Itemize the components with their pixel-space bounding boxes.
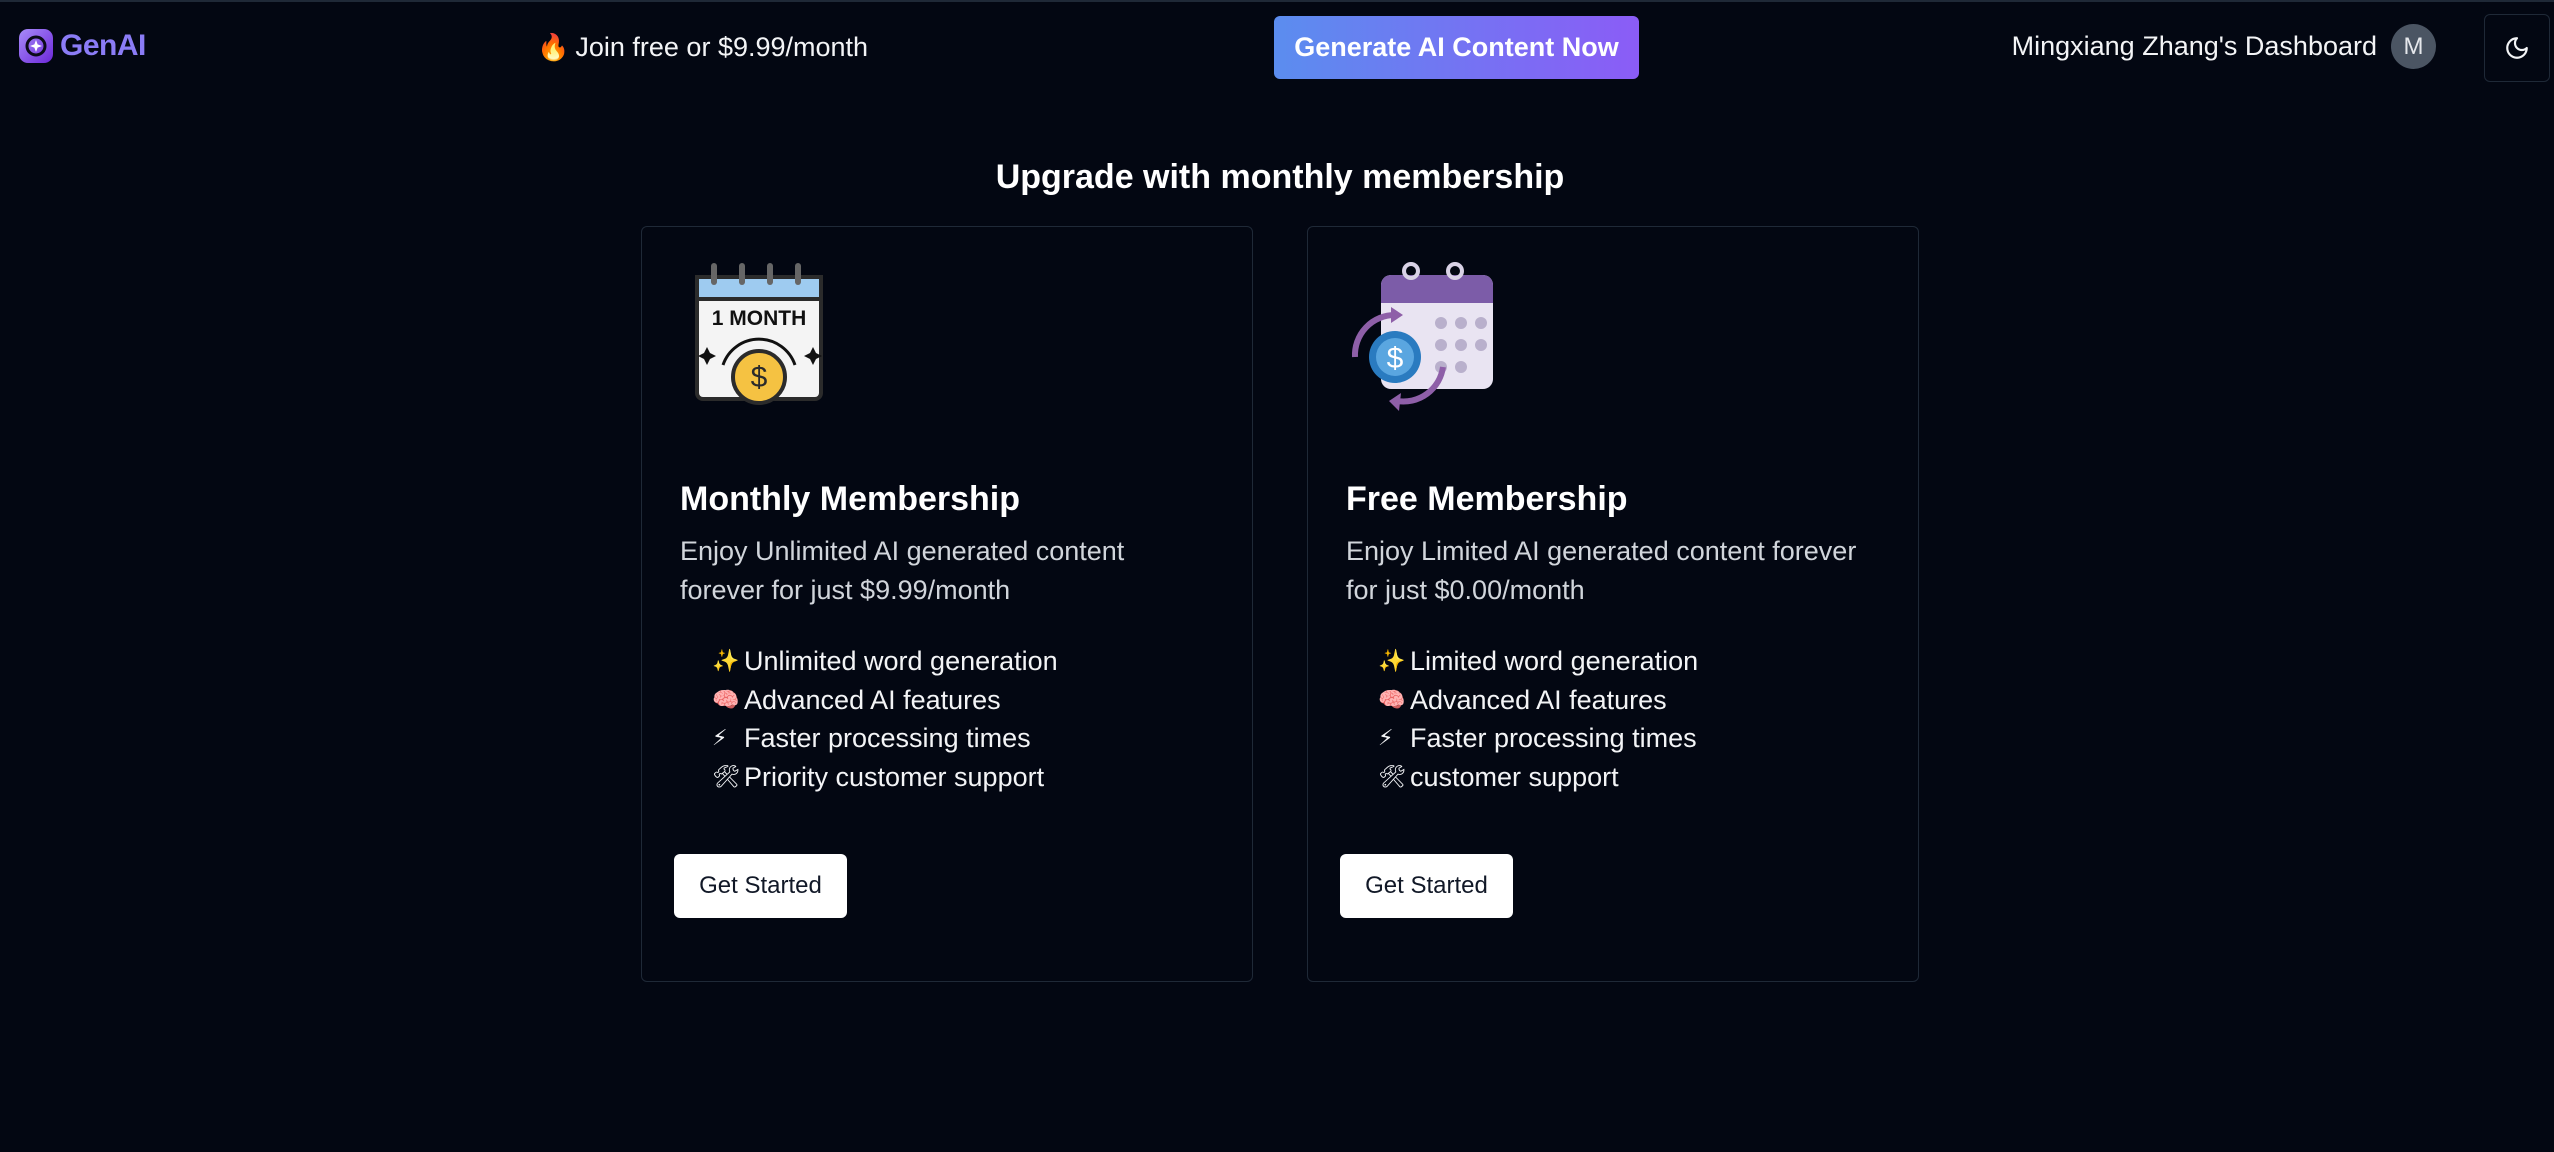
fire-icon: 🔥 bbox=[537, 32, 570, 62]
get-started-button[interactable]: Get Started bbox=[1340, 854, 1513, 918]
feature-item: ⚡ Faster processing times bbox=[712, 719, 1058, 758]
theme-toggle-button[interactable] bbox=[2484, 14, 2550, 82]
plan-description: Enjoy Unlimited AI generated content for… bbox=[680, 536, 1125, 605]
calendar-recurring-payment-illustration: $ bbox=[1351, 262, 1493, 411]
plan-title: Free Membership bbox=[1346, 480, 1628, 518]
feature-item: ⚡ Faster processing times bbox=[1378, 719, 1698, 758]
brand-name: GenAI bbox=[60, 29, 146, 62]
lightning-icon: ⚡ bbox=[712, 725, 728, 750]
sparkles-icon: ✨ bbox=[712, 648, 740, 673]
feature-item: ✨ Limited word generation bbox=[1378, 642, 1698, 681]
svg-text:$: $ bbox=[751, 361, 768, 394]
plan-card-monthly: 1 MONTH $ Monthly Membership Enjoy Unlim… bbox=[641, 226, 1253, 982]
genai-logo-icon bbox=[19, 29, 53, 63]
feature-item: 🛠 customer support bbox=[1378, 758, 1698, 797]
dashboard-label: Mingxiang Zhang's Dashboard bbox=[2011, 31, 2377, 61]
tools-icon: 🛠 bbox=[712, 763, 740, 789]
feature-list: ✨ Unlimited word generation 🧠 Advanced AI … bbox=[712, 642, 1058, 796]
svg-text:$: $ bbox=[1387, 342, 1404, 375]
get-started-button[interactable]: Get Started bbox=[674, 854, 847, 918]
svg-text:1 MONTH: 1 MONTH bbox=[712, 307, 807, 330]
plan-card-free: $ Free Membership Enjoy Limited AI gener… bbox=[1307, 226, 1919, 982]
plan-title: Monthly Membership bbox=[680, 480, 1021, 518]
calendar-month-coin-illustration: 1 MONTH $ bbox=[695, 263, 823, 405]
promo-banner: 🔥 Join free or $9.99/month bbox=[537, 32, 868, 63]
brain-icon: 🧠 bbox=[712, 686, 740, 712]
brand-logo[interactable]: GenAI bbox=[18, 28, 146, 64]
tools-icon: 🛠 bbox=[1378, 763, 1406, 789]
top-nav: GenAI 🔥 Join free or $9.99/month Generat… bbox=[0, 2, 2554, 90]
moon-icon bbox=[2506, 37, 2528, 59]
promo-text: Join free or $9.99/month bbox=[575, 32, 869, 62]
sparkles-icon: ✨ bbox=[1378, 648, 1406, 673]
plan-description: Enjoy Limited AI generated content forev… bbox=[1346, 536, 1857, 605]
user-dashboard-link[interactable]: Mingxiang Zhang's Dashboard M bbox=[2012, 24, 2436, 69]
feature-item: 🧠 Advanced AI features bbox=[712, 681, 1058, 720]
avatar[interactable]: M bbox=[2391, 24, 2436, 69]
lightning-icon: ⚡ bbox=[1378, 725, 1394, 750]
generate-content-button[interactable]: Generate AI Content Now bbox=[1274, 16, 1639, 79]
feature-item: 🧠 Advanced AI features bbox=[1378, 681, 1698, 720]
feature-item: 🛠 Priority customer support bbox=[712, 758, 1058, 797]
feature-list: ✨ Limited word generation 🧠 Advanced AI fe… bbox=[1378, 642, 1698, 796]
page-title: Upgrade with monthly membership bbox=[995, 158, 1565, 196]
brain-icon: 🧠 bbox=[1378, 686, 1406, 712]
feature-item: ✨ Unlimited word generation bbox=[712, 642, 1058, 681]
